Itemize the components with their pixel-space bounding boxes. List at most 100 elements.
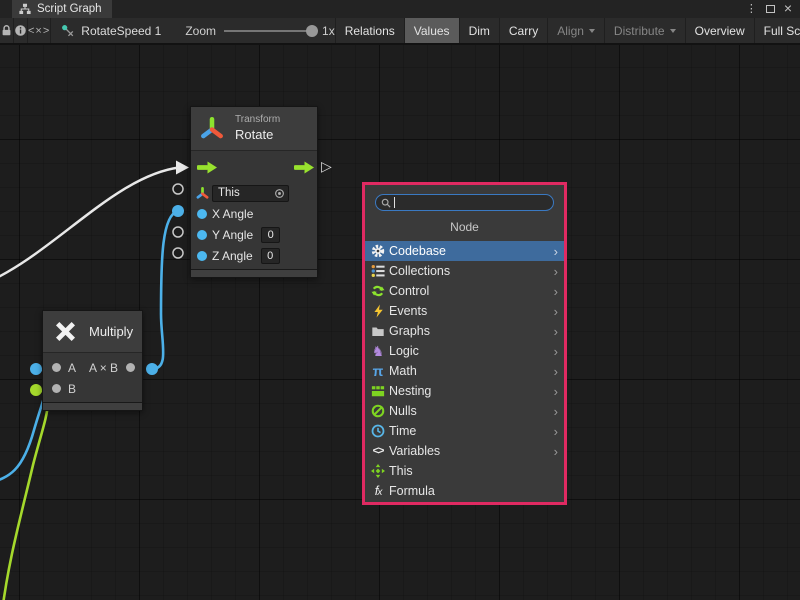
toolbar-button-align[interactable]: Align — [547, 18, 604, 43]
node-category: Transform — [235, 114, 280, 127]
graph-toolbar: <×> RotateSpeed 1 Zoom 1x RelationsValue… — [0, 18, 800, 45]
finder-search[interactable] — [375, 194, 554, 211]
finder-item-nulls[interactable]: Nulls › — [365, 401, 564, 421]
flow-output-triangle-icon[interactable]: ▷ — [321, 158, 332, 175]
node-footer — [43, 402, 142, 410]
port-dot-axb[interactable] — [126, 363, 135, 372]
code-preview-toggle[interactable]: <×> — [28, 18, 51, 43]
zoom-label: Zoom — [185, 24, 216, 38]
port-dot-a[interactable] — [52, 363, 61, 372]
port-dot-z[interactable] — [197, 251, 207, 261]
port-dot-x[interactable] — [197, 209, 207, 219]
window-menu-icon[interactable]: ⋮ — [746, 4, 757, 15]
chevron-right-icon: › — [554, 245, 558, 258]
toolbar-button-dim[interactable]: Dim — [459, 18, 499, 43]
fuzzy-finder: Node Codebase › Collections › Control › … — [362, 182, 567, 505]
port-label-y: Y Angle — [212, 228, 253, 242]
flow-input-arrow-icon[interactable] — [197, 161, 217, 174]
math-icon: π — [370, 363, 386, 379]
port-row-x-angle[interactable]: X Angle — [191, 203, 317, 224]
finder-item-codebase[interactable]: Codebase › — [365, 241, 564, 261]
toolbar-button-full-screen[interactable]: Full Screen — [754, 18, 800, 43]
chevron-right-icon: › — [554, 445, 558, 458]
finder-item-this[interactable]: This › — [365, 461, 564, 481]
node-transform-rotate[interactable]: Transform Rotate This X Angle — [190, 106, 318, 278]
variables-icon: <> — [370, 443, 386, 459]
finder-header: Node — [365, 220, 564, 234]
close-icon[interactable]: × — [784, 1, 792, 15]
tab-title: Script Graph — [37, 3, 102, 15]
finder-item-events[interactable]: Events › — [365, 301, 564, 321]
node-footer — [191, 269, 317, 277]
maximize-icon[interactable] — [766, 5, 775, 13]
dropdown-caret-icon — [589, 29, 595, 33]
transform-node-header: Transform Rotate — [191, 107, 317, 151]
finder-item-graphs[interactable]: Graphs › — [365, 321, 564, 341]
chevron-right-icon: › — [554, 405, 558, 418]
target-field-value: This — [218, 187, 274, 199]
port-row-z-angle[interactable]: Z Angle 0 — [191, 245, 317, 266]
port-row-y-angle[interactable]: Y Angle 0 — [191, 224, 317, 245]
dropdown-caret-icon — [670, 29, 676, 33]
chevron-right-icon: › — [554, 305, 558, 318]
toolbar-button-overview[interactable]: Overview — [685, 18, 754, 43]
finder-item-formula[interactable]: fx Formula › — [365, 481, 564, 501]
toolbar-button-relations[interactable]: Relations — [335, 18, 404, 43]
port-dot-b[interactable] — [52, 384, 61, 393]
finder-item-nesting[interactable]: Nesting › — [365, 381, 564, 401]
finder-item-control[interactable]: Control › — [365, 281, 564, 301]
zoom-slider[interactable] — [224, 30, 314, 32]
chevron-right-icon: › — [554, 325, 558, 338]
control-flow-row — [191, 151, 317, 183]
zoom-slider-handle[interactable] — [306, 25, 318, 37]
info-icon — [14, 24, 27, 37]
lock-button[interactable] — [0, 18, 14, 43]
z-angle-field[interactable]: 0 — [261, 248, 280, 264]
lock-icon — [0, 24, 13, 37]
nulls-icon — [370, 403, 386, 419]
chevron-right-icon: › — [554, 425, 558, 438]
chevron-right-icon: › — [554, 345, 558, 358]
finder-item-logic[interactable]: ♞ Logic › — [365, 341, 564, 361]
port-dot-y[interactable] — [197, 230, 207, 240]
transform-axes-icon — [199, 116, 225, 142]
graphs-icon — [370, 323, 386, 339]
mini-transform-icon — [196, 187, 209, 200]
finder-item-math[interactable]: π Math › — [365, 361, 564, 381]
time-icon — [370, 423, 386, 439]
port-label-axb: A × B — [89, 361, 118, 375]
y-angle-field[interactable]: 0 — [261, 227, 280, 243]
multiply-node-header: Multiply — [43, 311, 142, 353]
collections-icon — [370, 263, 386, 279]
tab-script-graph[interactable]: Script Graph — [12, 0, 112, 18]
toolbar-button-values[interactable]: Values — [404, 18, 459, 43]
port-label-x: X Angle — [212, 207, 253, 221]
node-title: Multiply — [89, 324, 133, 339]
multiply-row-b[interactable]: B — [43, 378, 142, 399]
finder-list: Codebase › Collections › Control › Event… — [365, 241, 564, 501]
chevron-right-icon: › — [554, 365, 558, 378]
object-picker-icon[interactable] — [274, 188, 285, 199]
toolbar-button-carry[interactable]: Carry — [499, 18, 547, 43]
finder-item-time[interactable]: Time › — [365, 421, 564, 441]
port-label-b: B — [68, 382, 76, 396]
code-toggle-icon: <×> — [28, 25, 50, 37]
window-controls: ⋮ × — [746, 0, 800, 18]
info-button[interactable] — [14, 18, 28, 43]
zoom-level: 1x — [322, 24, 335, 38]
flow-output-arrow-icon[interactable] — [294, 161, 314, 174]
chevron-right-icon: › — [554, 385, 558, 398]
breadcrumb[interactable]: RotateSpeed 1 — [51, 18, 171, 43]
node-multiply[interactable]: Multiply A A × B B — [42, 310, 143, 411]
finder-item-variables[interactable]: <> Variables › — [365, 441, 564, 461]
toolbar-button-distribute[interactable]: Distribute — [604, 18, 685, 43]
title-bar: Script Graph ⋮ × — [0, 0, 800, 18]
target-row: This — [191, 183, 317, 203]
codebase-icon — [370, 243, 386, 259]
multiply-row-a[interactable]: A A × B — [43, 357, 142, 378]
control-icon — [370, 283, 386, 299]
target-field[interactable]: This — [212, 185, 289, 202]
chevron-right-icon: › — [554, 285, 558, 298]
this-icon — [370, 463, 386, 479]
finder-item-collections[interactable]: Collections › — [365, 261, 564, 281]
